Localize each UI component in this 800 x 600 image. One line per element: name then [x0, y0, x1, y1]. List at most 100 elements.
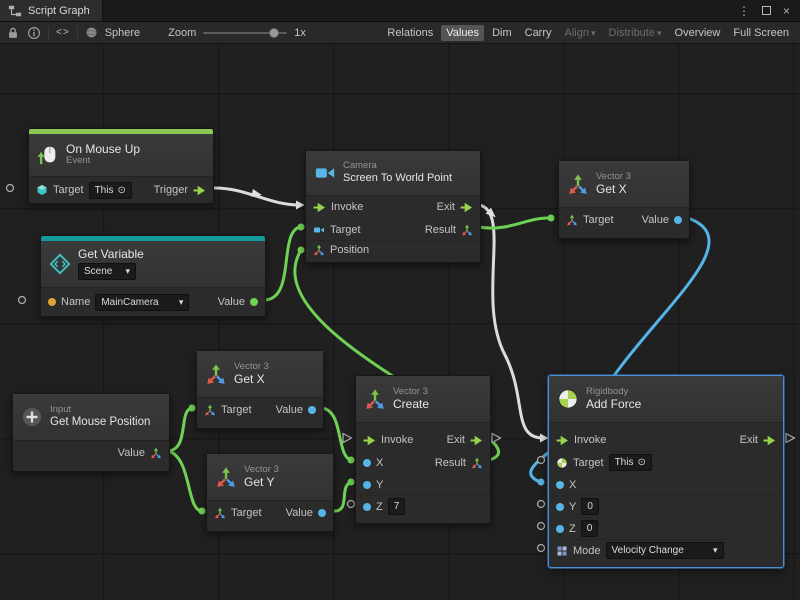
vector3-type-icon[interactable] [204, 404, 216, 416]
mouse-icon [37, 144, 59, 166]
node-create[interactable]: Vector 3 Create Invoke Exit X Result Y Z… [355, 375, 491, 524]
value-port-label: Value [286, 507, 313, 519]
script-graph-icon [8, 4, 22, 18]
vector3-icon [205, 363, 227, 385]
target-object-value: This [95, 184, 114, 197]
node-title: Get X [234, 373, 269, 387]
vector3-type-icon[interactable] [313, 244, 325, 256]
value-port[interactable] [250, 298, 258, 306]
x-port[interactable] [363, 459, 371, 467]
invoke-flow-port[interactable] [313, 202, 326, 213]
node-add-force[interactable]: Rigidbody Add Force Invoke Exit Target T… [548, 375, 784, 568]
invoke-label: Invoke [574, 434, 606, 446]
y-port[interactable] [363, 481, 371, 489]
rigidbody-type-icon[interactable] [556, 457, 568, 469]
tab-label: Script Graph [28, 5, 90, 17]
values-button[interactable]: Values [441, 25, 484, 41]
value-port-label: Value [276, 404, 303, 416]
node-type: Camera [343, 161, 452, 172]
graph-object-name: Sphere [105, 27, 140, 39]
node-subtitle: Event [66, 156, 140, 167]
z-port[interactable] [556, 525, 564, 533]
vector3-type-icon[interactable] [566, 214, 578, 226]
target-port-label: Target [221, 404, 252, 416]
node-title: Create [393, 398, 429, 412]
node-type: Rigidbody [586, 387, 641, 398]
info-icon[interactable] [27, 26, 41, 40]
value-port-label: Value [642, 214, 669, 226]
exit-label: Exit [740, 434, 758, 446]
vector3-type-icon[interactable] [461, 224, 473, 236]
graph-toolbar: <> Sphere Zoom 1x Relations Values Dim C… [0, 22, 800, 44]
target-port-label: Target [53, 184, 84, 196]
target-object-field[interactable]: This ⊙ [609, 454, 652, 471]
position-port-label: Position [330, 244, 369, 256]
trigger-flow-port[interactable] [193, 185, 206, 196]
vector3-type-icon[interactable] [214, 507, 226, 519]
target-port-label: Target [330, 224, 361, 236]
exit-flow-port[interactable] [763, 435, 776, 446]
variable-name-dropdown[interactable]: MainCamera ▾ [95, 294, 189, 311]
distribute-button[interactable]: Distribute▾ [604, 25, 667, 41]
node-get-variable[interactable]: Get Variable Scene ▾ Name MainCamera ▾ V… [40, 235, 266, 317]
object-picker-icon[interactable]: ⊙ [637, 456, 645, 469]
exit-flow-port[interactable] [460, 202, 473, 213]
node-get-mouse-position[interactable]: Input Get Mouse Position Value [12, 393, 170, 472]
y-port[interactable] [556, 503, 564, 511]
node-title: Screen To World Point [343, 172, 452, 185]
zoom-slider-handle[interactable] [269, 28, 279, 38]
target-object-field[interactable]: This ⊙ [89, 182, 132, 199]
lock-icon[interactable] [6, 26, 20, 40]
target-port-label: Target [231, 507, 262, 519]
enum-type-icon[interactable] [556, 545, 568, 557]
vector3-icon [364, 388, 386, 410]
exit-flow-port[interactable] [470, 435, 483, 446]
node-title: Get Variable [78, 248, 144, 262]
result-port-label: Result [435, 457, 466, 469]
y-value-field[interactable]: 0 [581, 498, 599, 515]
chevron-down-icon: ▾ [657, 28, 662, 38]
overview-button[interactable]: Overview [670, 25, 726, 41]
z-value-field[interactable]: 0 [581, 520, 599, 537]
object-picker-icon[interactable]: ⊙ [117, 184, 125, 197]
chevron-down-icon: ▾ [591, 28, 596, 38]
window-maximize-button[interactable] [762, 6, 771, 15]
invoke-flow-port[interactable] [556, 435, 569, 446]
align-button[interactable]: Align▾ [560, 25, 601, 41]
node-get-y[interactable]: Vector 3 Get Y Target Value [206, 453, 334, 532]
zoom-value: 1x [294, 27, 306, 39]
relations-button[interactable]: Relations [382, 25, 438, 41]
z-port[interactable] [363, 503, 371, 511]
code-view-icon[interactable]: <> [56, 27, 70, 38]
node-on-mouse-up[interactable]: On Mouse Up Event Target This ⊙ Trigger [28, 128, 214, 204]
result-port-label: Result [425, 224, 456, 236]
node-get-x-top[interactable]: Vector 3 Get X Target Value [558, 160, 690, 239]
trigger-port-label: Trigger [154, 184, 188, 196]
node-screen-to-world-point[interactable]: Camera Screen To World Point Invoke Exit… [305, 150, 481, 263]
carry-button[interactable]: Carry [520, 25, 557, 41]
tab-script-graph[interactable]: Script Graph [0, 0, 103, 21]
gameobject-icon[interactable] [36, 184, 48, 196]
window-menu-button[interactable]: ⋮ [738, 4, 750, 18]
mode-dropdown[interactable]: Velocity Change ▾ [606, 542, 724, 559]
camera-type-icon[interactable] [313, 224, 325, 236]
value-port[interactable] [674, 216, 682, 224]
node-get-x[interactable]: Vector 3 Get X Target Value [196, 350, 324, 429]
vector3-type-icon[interactable] [150, 447, 162, 459]
invoke-flow-port[interactable] [363, 435, 376, 446]
vector3-type-icon[interactable] [471, 457, 483, 469]
z-value-field[interactable]: 7 [388, 498, 406, 515]
zoom-slider[interactable] [203, 32, 287, 34]
variable-scope-dropdown[interactable]: Scene ▾ [78, 263, 136, 280]
window-close-button[interactable]: × [783, 4, 790, 18]
x-port[interactable] [556, 481, 564, 489]
node-type: Vector 3 [234, 362, 269, 373]
fullscreen-button[interactable]: Full Screen [728, 25, 794, 41]
invoke-label: Invoke [331, 201, 363, 213]
name-port[interactable] [48, 298, 56, 306]
value-port[interactable] [318, 509, 326, 517]
name-port-label: Name [61, 296, 90, 308]
value-port[interactable] [308, 406, 316, 414]
dim-button[interactable]: Dim [487, 25, 517, 41]
node-type: Input [50, 405, 150, 416]
